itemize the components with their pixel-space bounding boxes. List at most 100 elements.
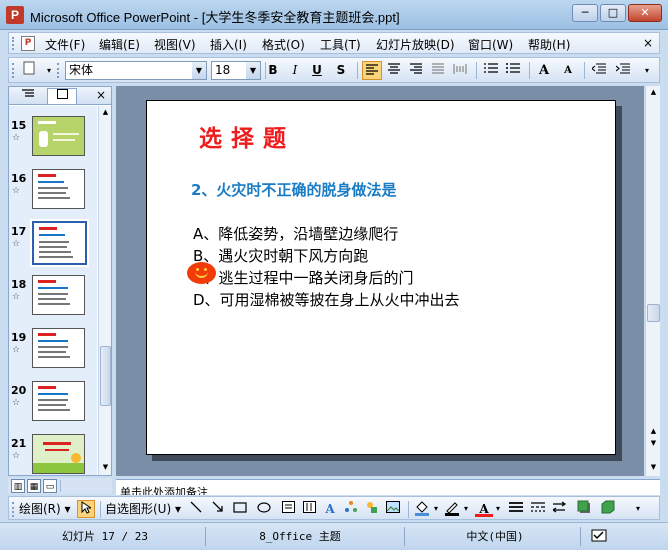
slide-thumbnail[interactable] — [32, 169, 85, 209]
chevron-down-icon[interactable]: ▼ — [246, 62, 260, 79]
toolbar-grip[interactable] — [57, 63, 61, 78]
numbering-icon[interactable] — [481, 61, 501, 80]
select-pointer-icon[interactable] — [77, 500, 95, 518]
diagram-icon[interactable] — [342, 500, 360, 518]
slideshow-view-icon[interactable]: ▭ — [43, 479, 57, 493]
fill-color-icon[interactable] — [413, 500, 431, 518]
rectangle-tool-icon[interactable] — [231, 500, 249, 518]
powerpoint-app-icon[interactable]: P — [6, 6, 24, 24]
current-slide[interactable]: 选择题 2、火灾时不正确的脱身做法是 A、降低姿势，沿墙壁边缘爬行 B、遇火灾时… — [146, 100, 616, 455]
chevron-down-icon[interactable]: ▾ — [461, 500, 471, 518]
slide-thumbnail[interactable] — [32, 116, 85, 156]
option-b[interactable]: B、遇火灾时朝下风方向跑 — [193, 245, 368, 266]
bold-button[interactable]: B — [263, 61, 283, 80]
increase-indent-icon[interactable] — [613, 61, 633, 80]
minimize-button[interactable]: ─ — [572, 4, 598, 22]
option-d[interactable]: D、可用湿棉被等披在身上从火中冲出去 — [193, 289, 460, 310]
autoshapes-menu-button[interactable]: 自选图形(U) ▾ — [105, 500, 181, 518]
option-a[interactable]: A、降低姿势，沿墙壁边缘爬行 — [193, 223, 398, 244]
arrow-tool-icon[interactable] — [209, 500, 227, 518]
chevron-down-icon[interactable]: ▾ — [431, 500, 441, 518]
slide-thumbnail-selected[interactable] — [30, 219, 89, 267]
normal-view-icon[interactable]: ▥ — [11, 479, 25, 493]
close-button[interactable]: ✕ — [628, 4, 662, 22]
menu-format[interactable]: 格式(O) — [262, 36, 305, 53]
wordart-icon[interactable]: A — [321, 500, 339, 518]
oval-tool-icon[interactable] — [255, 500, 273, 518]
slide-thumbnail[interactable] — [32, 328, 85, 368]
bullets-icon[interactable] — [503, 61, 523, 80]
slide-title[interactable]: 选择题 — [199, 119, 295, 153]
underline-button[interactable]: U — [307, 61, 327, 80]
font-size-combo[interactable]: 18 ▼ — [211, 61, 261, 80]
dropdown-arrow-icon[interactable]: ▾ — [39, 61, 59, 80]
clipart-icon[interactable] — [363, 500, 381, 518]
italic-button[interactable]: I — [285, 61, 305, 80]
design-template-status[interactable]: 8_Office 主题 — [215, 529, 385, 545]
justify-icon[interactable] — [428, 61, 448, 80]
chevron-down-icon[interactable]: ▼ — [192, 62, 206, 79]
decrease-indent-icon[interactable] — [589, 61, 609, 80]
notes-pane[interactable]: 单击此处添加备注 — [116, 479, 660, 495]
vertical-textbox-icon[interactable] — [300, 500, 318, 518]
arrow-style-icon[interactable] — [551, 500, 569, 518]
toolbar-options-icon[interactable]: ▾ — [629, 500, 647, 518]
line-tool-icon[interactable] — [187, 500, 205, 518]
toolbar-grip[interactable] — [12, 63, 16, 78]
scrollbar-thumb[interactable] — [647, 304, 660, 322]
toolbar-options-icon[interactable]: ▾ — [637, 61, 657, 80]
slide-thumbnail[interactable] — [32, 275, 85, 315]
menu-insert[interactable]: 插入(I) — [210, 36, 247, 53]
line-color-icon[interactable] — [443, 500, 461, 518]
font-name-combo[interactable]: 宋体 ▼ — [65, 61, 207, 80]
slide-thumbnail[interactable] — [32, 434, 85, 474]
new-slide-icon[interactable] — [19, 61, 39, 80]
previous-slide-icon[interactable]: ▲ — [648, 426, 659, 437]
shrink-font-button[interactable]: A — [558, 61, 578, 80]
draw-menu-button[interactable]: 绘图(R) ▾ — [19, 500, 71, 518]
menu-slideshow[interactable]: 幻灯片放映(D) — [376, 36, 455, 53]
shadow-button[interactable]: S — [331, 61, 351, 80]
scroll-down-icon[interactable]: ▼ — [100, 462, 111, 473]
menu-file[interactable]: 文件(F) — [45, 36, 85, 53]
scroll-down-icon[interactable]: ▼ — [648, 462, 659, 473]
toolbar-grip[interactable] — [12, 37, 16, 50]
thumbnail-scrollbar[interactable]: ▲ ▼ — [98, 106, 111, 475]
chevron-down-icon[interactable]: ▾ — [493, 500, 503, 518]
textbox-tool-icon[interactable] — [279, 500, 297, 518]
pane-close-button[interactable]: × — [96, 88, 106, 102]
slide-sorter-view-icon[interactable]: ▦ — [27, 479, 41, 493]
scroll-up-icon[interactable]: ▲ — [648, 87, 659, 98]
menu-help[interactable]: 帮助(H) — [528, 36, 570, 53]
tab-slides[interactable] — [47, 88, 77, 104]
slide-question[interactable]: 2、火灾时不正确的脱身做法是 — [191, 179, 396, 200]
align-left-icon[interactable] — [362, 61, 382, 80]
scroll-up-icon[interactable]: ▲ — [100, 107, 111, 118]
dash-style-icon[interactable] — [529, 500, 547, 518]
align-center-icon[interactable] — [384, 61, 404, 80]
smiley-face-icon[interactable] — [187, 262, 216, 284]
spelling-check-icon[interactable] — [588, 529, 612, 545]
next-slide-icon[interactable]: ▼ — [648, 438, 659, 449]
toolbar-grip[interactable] — [12, 502, 16, 517]
document-close-button[interactable]: × — [643, 36, 653, 50]
maximize-button[interactable]: □ — [600, 4, 626, 22]
document-icon[interactable]: P — [21, 36, 35, 51]
slide-scrollbar[interactable]: ▲ ▲ ▼ ▼ — [645, 86, 660, 476]
align-right-icon[interactable] — [406, 61, 426, 80]
slide-thumbnail[interactable] — [32, 381, 85, 421]
tab-outline[interactable] — [13, 88, 43, 104]
3d-style-icon[interactable] — [599, 500, 617, 518]
line-style-icon[interactable] — [507, 500, 525, 518]
grow-font-button[interactable]: A — [534, 61, 554, 80]
menu-view[interactable]: 视图(V) — [154, 36, 196, 53]
shadow-style-icon[interactable] — [575, 500, 593, 518]
menu-edit[interactable]: 编辑(E) — [99, 36, 140, 53]
menu-window[interactable]: 窗口(W) — [468, 36, 513, 53]
menu-tools[interactable]: 工具(T) — [320, 36, 361, 53]
font-color-icon[interactable]: A — [475, 500, 493, 517]
option-c[interactable]: C、逃生过程中一路关闭身后的门 — [193, 267, 413, 288]
distributed-align-icon[interactable] — [450, 61, 470, 80]
scrollbar-thumb[interactable] — [100, 346, 111, 406]
insert-picture-icon[interactable] — [384, 500, 402, 518]
